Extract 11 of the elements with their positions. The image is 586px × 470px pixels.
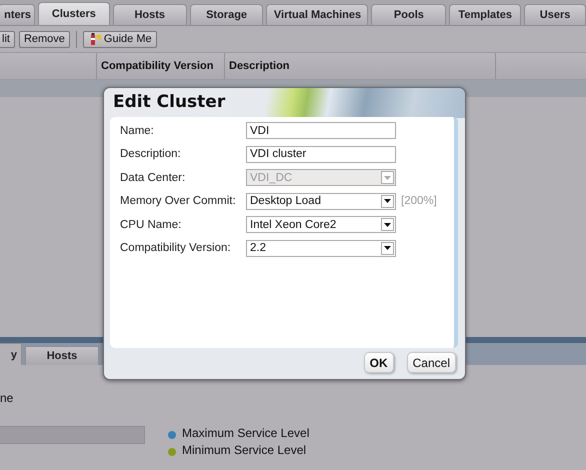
legend-label: Minimum Service Level (182, 443, 306, 457)
field-label: Name: (120, 124, 155, 137)
dialog-title: Edit Cluster (112, 91, 226, 114)
field-label: CPU Name: (120, 218, 182, 231)
field-label: Compatibility Version: (120, 242, 232, 254)
legend-label: Maximum Service Level (182, 426, 310, 440)
field-label: Data Center: (120, 172, 186, 184)
field-label: Description: (120, 148, 182, 160)
percentage-note: [200%] (401, 195, 437, 208)
field-label: Memory Over Commit: (120, 195, 237, 208)
label-text: ne (0, 391, 14, 405)
